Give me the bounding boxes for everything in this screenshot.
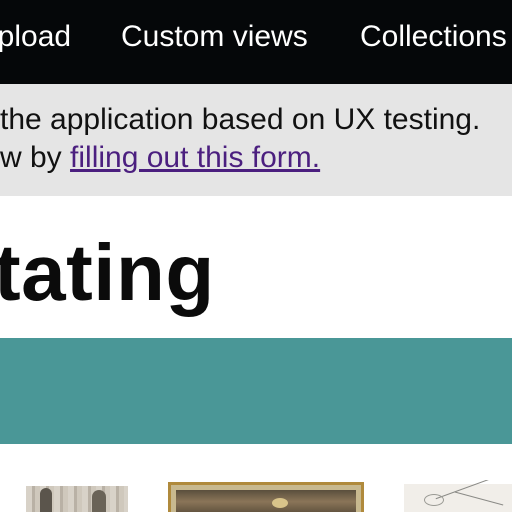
image-thumbnail-row	[0, 480, 512, 512]
branch-line	[435, 480, 493, 500]
thumbnail-image[interactable]	[404, 480, 512, 512]
branch-line	[454, 491, 504, 506]
chandelier-shape	[272, 498, 288, 508]
page-title: tating	[0, 228, 215, 317]
feedback-banner: the application based on UX testing. w b…	[0, 84, 512, 196]
banner-form-line: w by filling out this form.	[0, 140, 320, 176]
feedback-form-link[interactable]: filling out this form.	[70, 141, 320, 174]
teal-header-band	[0, 338, 512, 444]
banner-form-prefix: w by	[0, 141, 71, 174]
nav-upload-link[interactable]: Upload	[0, 19, 71, 55]
nav-collections-link[interactable]: Collections	[360, 19, 507, 55]
nav-custom-views-link[interactable]: Custom views	[121, 19, 308, 55]
top-navigation-bar: Upload Custom views Collections	[0, 0, 512, 84]
figure-shape	[40, 488, 52, 512]
leaf-shape	[424, 494, 444, 506]
figure-shape	[92, 490, 106, 512]
painting-interior	[176, 490, 356, 512]
thumbnail-image[interactable]	[26, 486, 128, 512]
banner-message-line: the application based on UX testing.	[0, 103, 481, 136]
thumbnail-image[interactable]	[168, 482, 364, 512]
